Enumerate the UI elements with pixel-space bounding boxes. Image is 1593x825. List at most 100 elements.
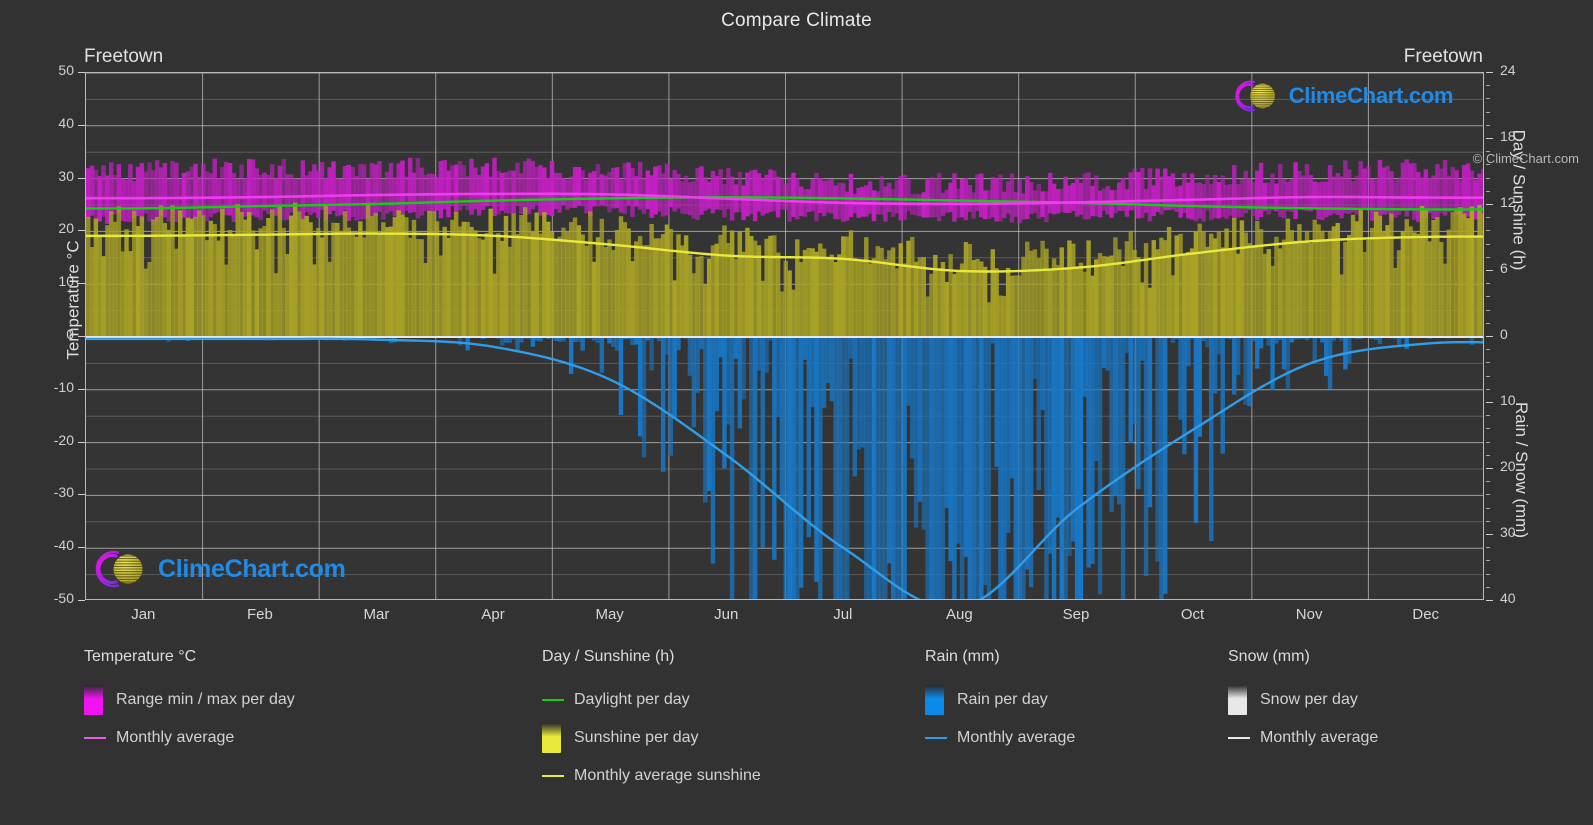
chart-plot-area[interactable] [85,72,1484,600]
y-axis-left-tick-mark [78,72,85,73]
y-axis-left-tick: -50 [53,590,74,606]
legend-swatch-line [542,699,564,701]
y-axis-left-tick-mark [78,547,85,549]
y-axis-left-title: Temperature °C [63,240,83,360]
y-axis-left-tick: 30 [58,167,74,184]
legend-group-heading: Day / Sunshine (h) [542,648,675,665]
left-location-label: Freetown [84,46,164,67]
climechart-logo-text: ClimeChart.com [158,554,346,583]
y-axis-right-bottom-title: Rain / Snow (mm) [1511,401,1531,539]
y-axis-right-minor-tick [1486,230,1490,232]
legend-item-label: Sunshine per day [574,729,699,746]
climate-chart-page: Compare Climate Freetown Freetown 50 40 30… [0,0,1593,825]
legend-item[interactable]: Monthly average sunshine [542,757,761,795]
legend-item[interactable]: Sunshine per day [542,719,761,757]
legend-swatch-box [84,685,103,715]
y-axis-left-tick-mark [78,600,85,601]
legend-swatch-line [84,737,106,739]
y-axis-right-minor-tick [1486,362,1490,364]
legend-item[interactable]: Snow per day [1228,681,1378,719]
legend-swatch-box [1228,685,1247,715]
legend-item-label: Monthly average sunshine [574,767,761,784]
y-axis-left-tick: -30 [53,484,74,501]
logo-arc-icon [1236,83,1254,109]
x-axis-month-label: Jul [833,606,853,623]
y-axis-right-top-tick-mark [1486,138,1493,139]
y-axis-right-minor-tick [1486,283,1490,285]
x-axis-month-label: Nov [1295,606,1323,623]
copyright-notice: © ClimeChart.com [1472,151,1579,166]
y-axis-right-minor-tick [1486,494,1490,496]
legend-swatch-line [925,737,947,739]
climechart-logo-text: ClimeChart.com [1288,83,1454,108]
y-axis-right-top-tick: 24 [1500,62,1516,78]
legend-swatch-line [542,775,564,777]
y-axis-right-minor-tick [1486,415,1490,417]
legend-group: Temperature °C Range min / max per day Mon… [84,648,295,757]
legend-group: Day / Sunshine (h) Daylight per day Sunshi… [542,648,761,795]
y-axis-right-bottom-tick-mark [1486,600,1493,601]
chart-legend: Temperature °C Range min / max per day Mon… [0,648,1593,825]
y-axis-right-minor-tick [1486,586,1490,588]
climechart-logo-mark [1232,79,1285,113]
y-axis-right-minor-tick [1486,573,1490,575]
y-axis-right-minor-tick [1486,217,1490,219]
legend-item[interactable]: Monthly average [1228,719,1378,757]
y-axis-left-tick: -20 [53,431,74,448]
y-axis-left-tick-mark [78,441,85,443]
y-axis-right-minor-tick [1486,547,1490,549]
legend-item[interactable]: Monthly average [925,719,1075,757]
y-axis-right-bottom-tick-mark [1486,468,1493,469]
y-axis-right-minor-tick [1486,388,1490,390]
y-axis-right-minor-tick [1486,85,1490,87]
y-axis-right-minor-tick [1486,111,1490,113]
legend-swatch-box [542,723,561,753]
legend-item-label: Monthly average [116,729,235,746]
y-axis-right-top-tick: 0 [1500,326,1508,342]
x-axis-month-label: Dec [1412,606,1440,623]
y-axis-right-minor-tick [1486,296,1490,298]
legend-item[interactable]: Range min / max per day [84,681,295,719]
y-axis-right-bottom-tick-mark [1486,402,1493,403]
legend-group-heading: Snow (mm) [1228,648,1310,665]
page-title: Compare Climate [721,10,872,31]
legend-item-label: Range min / max per day [116,691,295,708]
x-axis-month-label: Sep [1062,606,1090,623]
legend-item[interactable]: Daylight per day [542,681,761,719]
x-axis-month-label: Feb [246,606,273,623]
y-axis-right-minor-tick [1486,428,1490,430]
y-axis-right-minor-tick [1486,481,1490,483]
legend-group: Snow (mm) Snow per day Monthly average [1228,648,1378,757]
x-axis-month-label: Jun [714,606,739,623]
y-axis-right-minor-tick [1486,375,1490,377]
x-axis-month-label: Aug [946,606,973,623]
y-axis-right-minor-tick [1486,441,1490,443]
climechart-logo-bottom[interactable]: ClimeChart.com [92,549,346,589]
legend-item-label: Rain per day [957,691,1048,708]
climechart-logo-mark [92,549,154,589]
y-axis-right-minor-tick [1486,349,1490,351]
climechart-logo-top[interactable]: ClimeChart.com [1232,79,1454,113]
climechart-logo-glyph [95,550,143,588]
y-axis-left-tick-mark [78,124,85,126]
legend-item-label: Snow per day [1260,691,1358,708]
legend-group-heading: Rain (mm) [925,648,1000,665]
y-axis-left-tick: -40 [53,537,74,554]
y-axis-right-minor-tick [1486,177,1490,179]
y-axis-left-tick-mark [78,494,85,496]
x-axis-month-label: Jan [131,606,156,623]
y-axis-left-tick-mark [78,177,85,179]
climechart-logo-glyph [1235,80,1275,112]
y-axis-right-minor-tick [1486,322,1490,324]
legend-item[interactable]: Rain per day [925,681,1075,719]
y-axis-right-minor-tick [1486,520,1490,522]
y-axis-left-tick-mark [78,230,85,232]
y-axis-left-tick-mark [78,388,85,390]
legend-swatch-line [1228,737,1250,739]
chart-canvas [86,73,1483,599]
y-axis-right-minor-tick [1486,454,1490,456]
x-axis-month-label: Mar [363,606,390,623]
y-axis-right-top-tick-mark [1486,336,1493,337]
y-axis-right-top-tick: 6 [1500,260,1508,276]
legend-item[interactable]: Monthly average [84,719,295,757]
